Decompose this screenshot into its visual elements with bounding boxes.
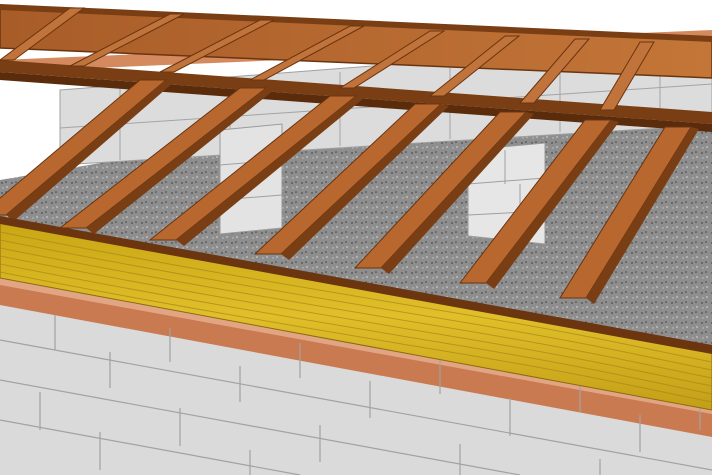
- floor-framing-illustration: [0, 4, 712, 475]
